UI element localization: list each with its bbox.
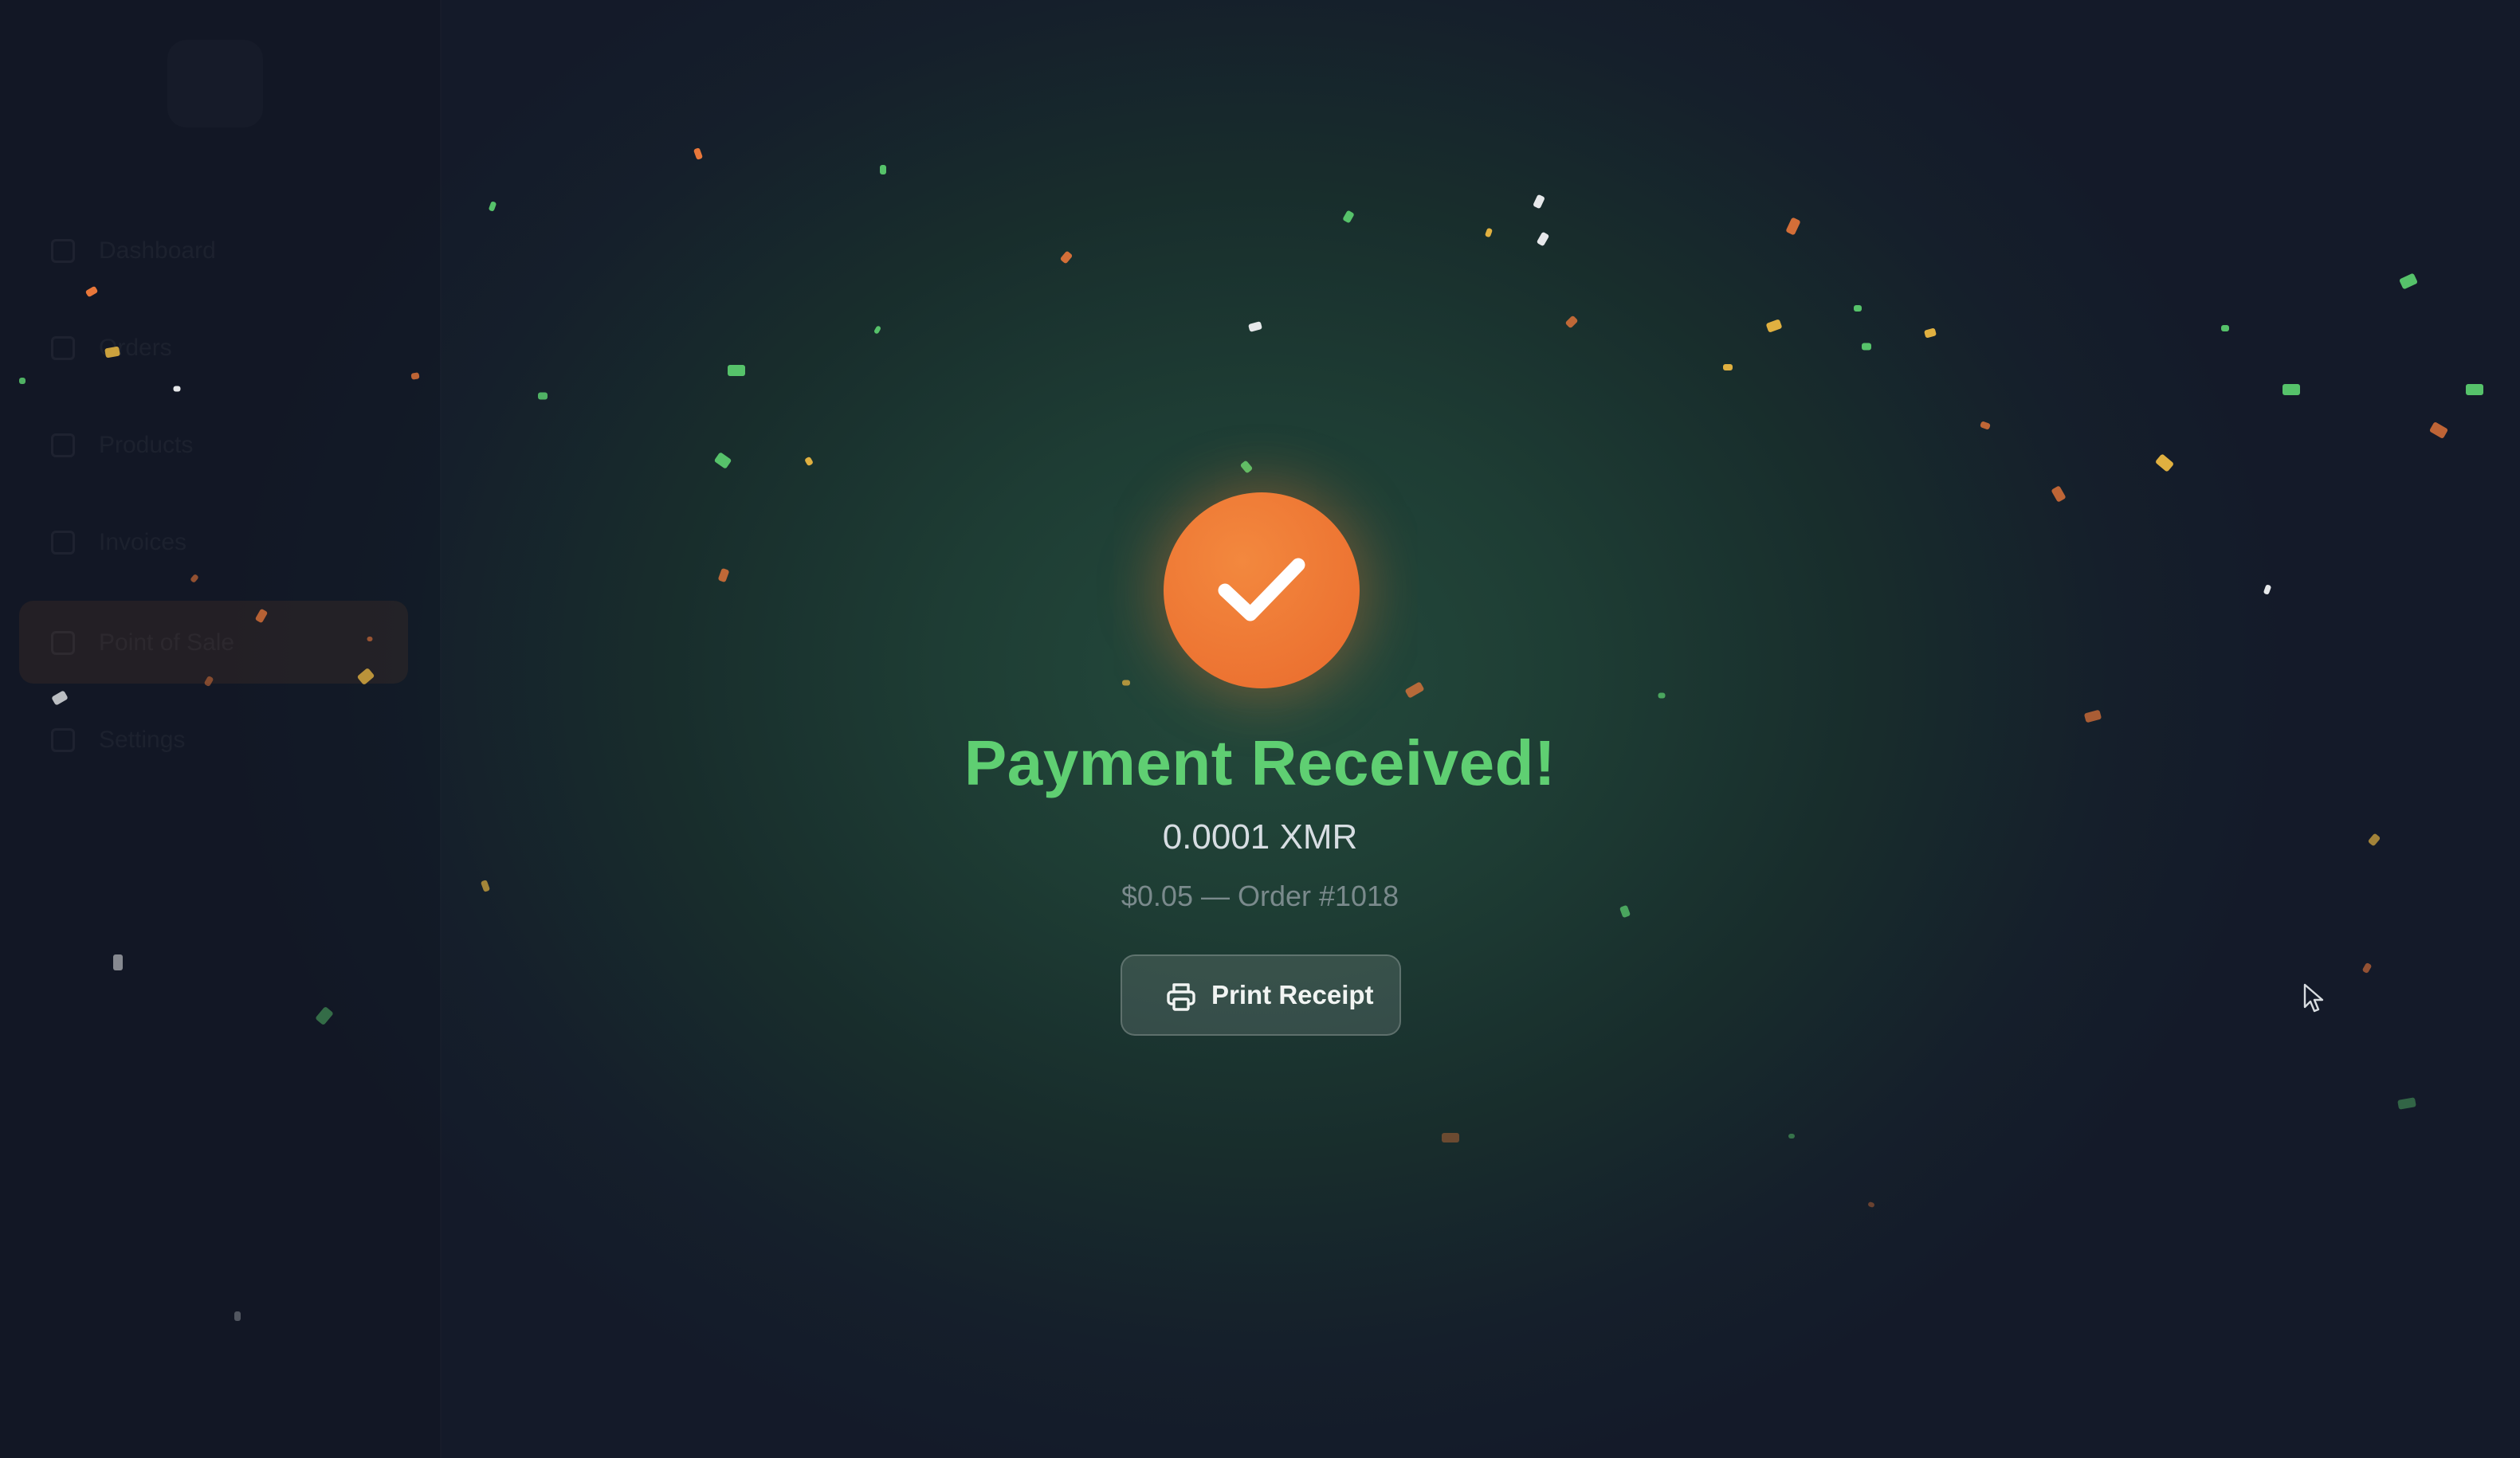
mouse-cursor-icon xyxy=(2303,983,2324,1013)
page-title: Payment Received! xyxy=(964,727,1556,798)
print-receipt-button[interactable]: Print Receipt xyxy=(1121,954,1401,1036)
check-icon xyxy=(1218,558,1305,621)
printer-icon xyxy=(1167,983,1195,1011)
amount-fiat-order: $0.05 — Order #1018 xyxy=(1121,880,1399,912)
amount-crypto: 0.0001 XMR xyxy=(1162,817,1358,856)
success-badge xyxy=(1164,492,1360,688)
payment-success-panel: Payment Received! 0.0001 XMR $0.05 — Ord… xyxy=(0,0,2520,1458)
print-receipt-label: Print Receipt xyxy=(1211,980,1374,1009)
